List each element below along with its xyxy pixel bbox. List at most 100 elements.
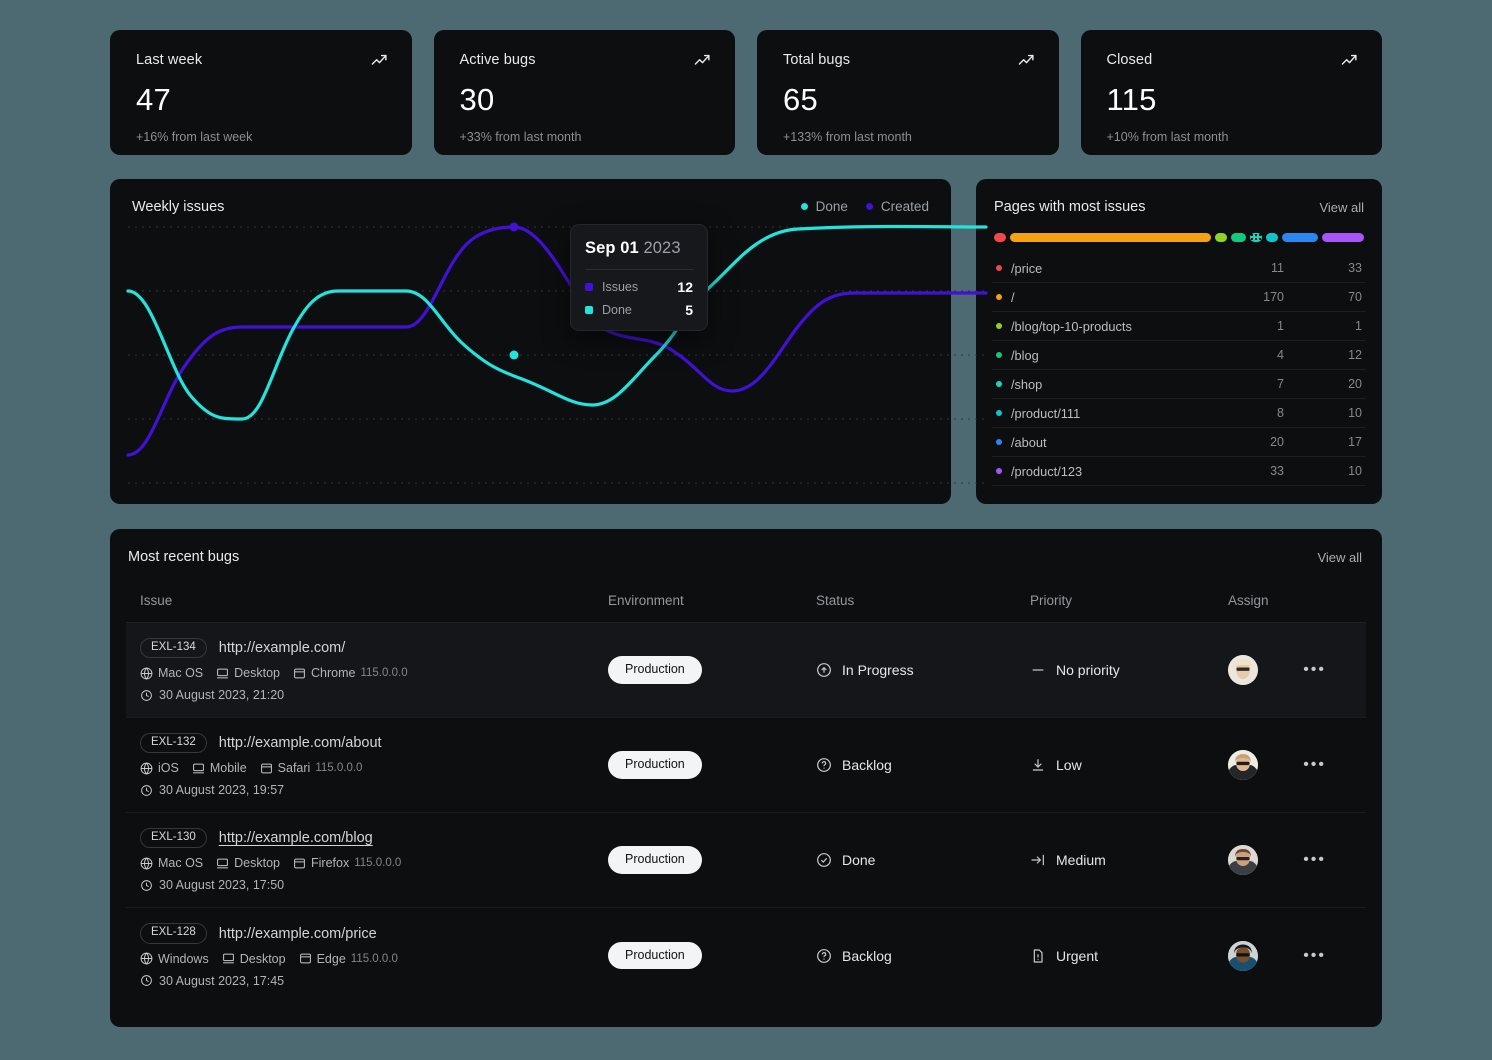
issue-date-line: 30 August 2023, 17:50 bbox=[140, 878, 608, 892]
segment-blog-top[interactable] bbox=[1214, 233, 1227, 242]
pages-segment-bar bbox=[993, 233, 1364, 242]
row-menu-button[interactable]: ••• bbox=[1303, 947, 1326, 964]
row-menu-button[interactable]: ••• bbox=[1303, 852, 1326, 868]
chart-header: Weekly issues Done Created bbox=[132, 199, 929, 215]
avatar[interactable] bbox=[1228, 845, 1258, 875]
page-row[interactable]: /blog 4 12 bbox=[991, 341, 1366, 370]
middle-row: Weekly issues Done Created Sep 01 2023 I… bbox=[110, 179, 1382, 504]
page-name: /blog bbox=[1010, 347, 1039, 363]
pages-view-all-link[interactable]: View all bbox=[1319, 200, 1364, 215]
tooltip-divider bbox=[585, 269, 693, 270]
issue-os-label: Windows bbox=[158, 951, 209, 966]
page-name: /blog/top-10-products bbox=[1010, 318, 1132, 334]
table-row[interactable]: EXL-134 http://example.com/ Mac OS Deskt… bbox=[126, 623, 1366, 718]
clock-icon bbox=[140, 784, 153, 797]
issue-date-line: 30 August 2023, 21:20 bbox=[140, 688, 608, 702]
table-row[interactable]: EXL-128 http://example.com/price Windows… bbox=[126, 908, 1366, 1003]
tooltip-date-day: Sep 01 bbox=[585, 239, 639, 257]
issue-meta-line: Windows Desktop Edge 115.0.0.0 bbox=[140, 952, 608, 966]
stat-card-last-week: Last week 47 +16% from last week bbox=[110, 30, 412, 155]
tooltip-swatch-icon bbox=[585, 306, 593, 314]
priority-cell: No priority bbox=[1030, 662, 1228, 678]
page-row[interactable]: /price 11 33 bbox=[991, 254, 1366, 283]
issue-os: Windows bbox=[140, 952, 209, 966]
issue-date-line: 30 August 2023, 19:57 bbox=[140, 783, 608, 797]
segment-product-123[interactable] bbox=[1321, 233, 1364, 242]
browser-icon bbox=[299, 952, 312, 965]
stat-title: Last week bbox=[136, 52, 203, 68]
issue-meta-line: iOS Mobile Safari 115.0.0.0 bbox=[140, 761, 608, 775]
issue-os-label: Mac OS bbox=[158, 666, 204, 681]
page-row[interactable]: /shop 7 20 bbox=[991, 370, 1366, 399]
issue-url-link[interactable]: http://example.com/ bbox=[219, 640, 346, 656]
row-menu-button[interactable]: ••• bbox=[1303, 757, 1326, 773]
issue-id-badge: EXL-134 bbox=[140, 637, 207, 659]
environment-badge: Production bbox=[608, 656, 702, 684]
pages-with-most-issues-card: Pages with most issues View all /price 1… bbox=[975, 179, 1382, 504]
stat-card-active-bugs: Active bugs 30 +33% from last month bbox=[433, 30, 735, 155]
page-value: 12 bbox=[1348, 348, 1362, 362]
issue-browser-label: Firefox bbox=[311, 856, 350, 871]
page-row[interactable]: /blog/top-10-products 1 1 bbox=[991, 312, 1366, 341]
avatar[interactable] bbox=[1228, 655, 1258, 685]
segment-product-111[interactable] bbox=[1265, 233, 1278, 242]
most-recent-bugs-card: Most recent bugs View all Issue Environm… bbox=[110, 529, 1382, 1027]
issue-os-label: Mac OS bbox=[158, 856, 204, 871]
segment-root[interactable] bbox=[1009, 233, 1211, 242]
issue-url-link[interactable]: http://example.com/blog bbox=[219, 830, 373, 846]
avatar[interactable] bbox=[1228, 940, 1258, 971]
issue-browser-version: 115.0.0.0 bbox=[315, 762, 363, 775]
table-row[interactable]: EXL-130 http://example.com/blog Mac OS D… bbox=[126, 813, 1366, 908]
column-header-assign: Assign bbox=[1228, 593, 1269, 608]
status-cell: Done bbox=[816, 852, 1030, 868]
issue-date: 30 August 2023, 21:20 bbox=[159, 688, 285, 703]
dash-icon bbox=[1030, 662, 1046, 678]
page-value: 70 bbox=[1348, 290, 1362, 304]
environment-cell: Production bbox=[608, 656, 816, 684]
legend-item-created: Created bbox=[865, 199, 929, 214]
issue-title-line: EXL-128 http://example.com/price bbox=[140, 923, 608, 944]
arrow-right-to-line-icon bbox=[1030, 852, 1046, 868]
status-label: Backlog bbox=[842, 947, 892, 964]
assign-cell: ••• bbox=[1228, 940, 1352, 971]
issue-device: Mobile bbox=[192, 761, 247, 775]
chart-plot-area[interactable]: Sep 01 2023 Issues 12 Done 5 bbox=[110, 219, 1002, 499]
issue-device-label: Desktop bbox=[234, 856, 281, 871]
issue-cell: EXL-128 http://example.com/price Windows… bbox=[140, 923, 608, 988]
monitor-icon bbox=[222, 952, 235, 965]
weekly-issues-chart-card: Weekly issues Done Created Sep 01 2023 I… bbox=[110, 179, 988, 504]
segment-shop[interactable] bbox=[1249, 233, 1262, 242]
trending-up-icon bbox=[371, 52, 388, 74]
bugs-table-header: Issue Environment Status Priority Assign bbox=[126, 579, 1366, 623]
issue-os: iOS bbox=[140, 761, 179, 775]
tooltip-date: Sep 01 2023 bbox=[585, 239, 693, 258]
segment-about[interactable] bbox=[1281, 233, 1318, 242]
circle-question-icon bbox=[816, 757, 832, 773]
page-value: 10 bbox=[1348, 406, 1362, 420]
issue-os-label: iOS bbox=[158, 761, 179, 776]
issue-browser-version: 115.0.0.0 bbox=[360, 667, 408, 680]
issue-date: 30 August 2023, 17:45 bbox=[159, 973, 285, 988]
row-menu-button[interactable]: ••• bbox=[1303, 662, 1326, 678]
page-row[interactable]: /about 20 17 bbox=[991, 428, 1366, 457]
issue-url-link[interactable]: http://example.com/about bbox=[219, 735, 382, 751]
issue-title-line: EXL-130 http://example.com/blog bbox=[140, 827, 608, 849]
column-header-environment: Environment bbox=[608, 593, 684, 608]
column-header-issue: Issue bbox=[140, 593, 173, 608]
page-row[interactable]: /product/111 8 10 bbox=[991, 399, 1366, 428]
circle-question-icon bbox=[816, 948, 832, 964]
issue-url-link[interactable]: http://example.com/price bbox=[219, 926, 377, 942]
avatar[interactable] bbox=[1228, 750, 1258, 780]
environment-badge: Production bbox=[608, 846, 702, 874]
stat-value: 47 bbox=[136, 82, 171, 117]
bugs-view-all-link[interactable]: View all bbox=[1317, 550, 1362, 565]
issue-browser: Edge 115.0.0.0 bbox=[299, 952, 398, 966]
page-row[interactable]: / 170 70 bbox=[991, 283, 1366, 312]
issue-device: Desktop bbox=[216, 856, 280, 870]
issue-browser-version: 115.0.0.0 bbox=[350, 952, 398, 965]
issue-id-badge: EXL-132 bbox=[140, 732, 207, 754]
priority-label: Low bbox=[1056, 757, 1082, 773]
table-row[interactable]: EXL-132 http://example.com/about iOS Mob… bbox=[126, 718, 1366, 813]
segment-blog[interactable] bbox=[1230, 233, 1246, 242]
page-row[interactable]: /product/123 33 10 bbox=[991, 457, 1366, 486]
